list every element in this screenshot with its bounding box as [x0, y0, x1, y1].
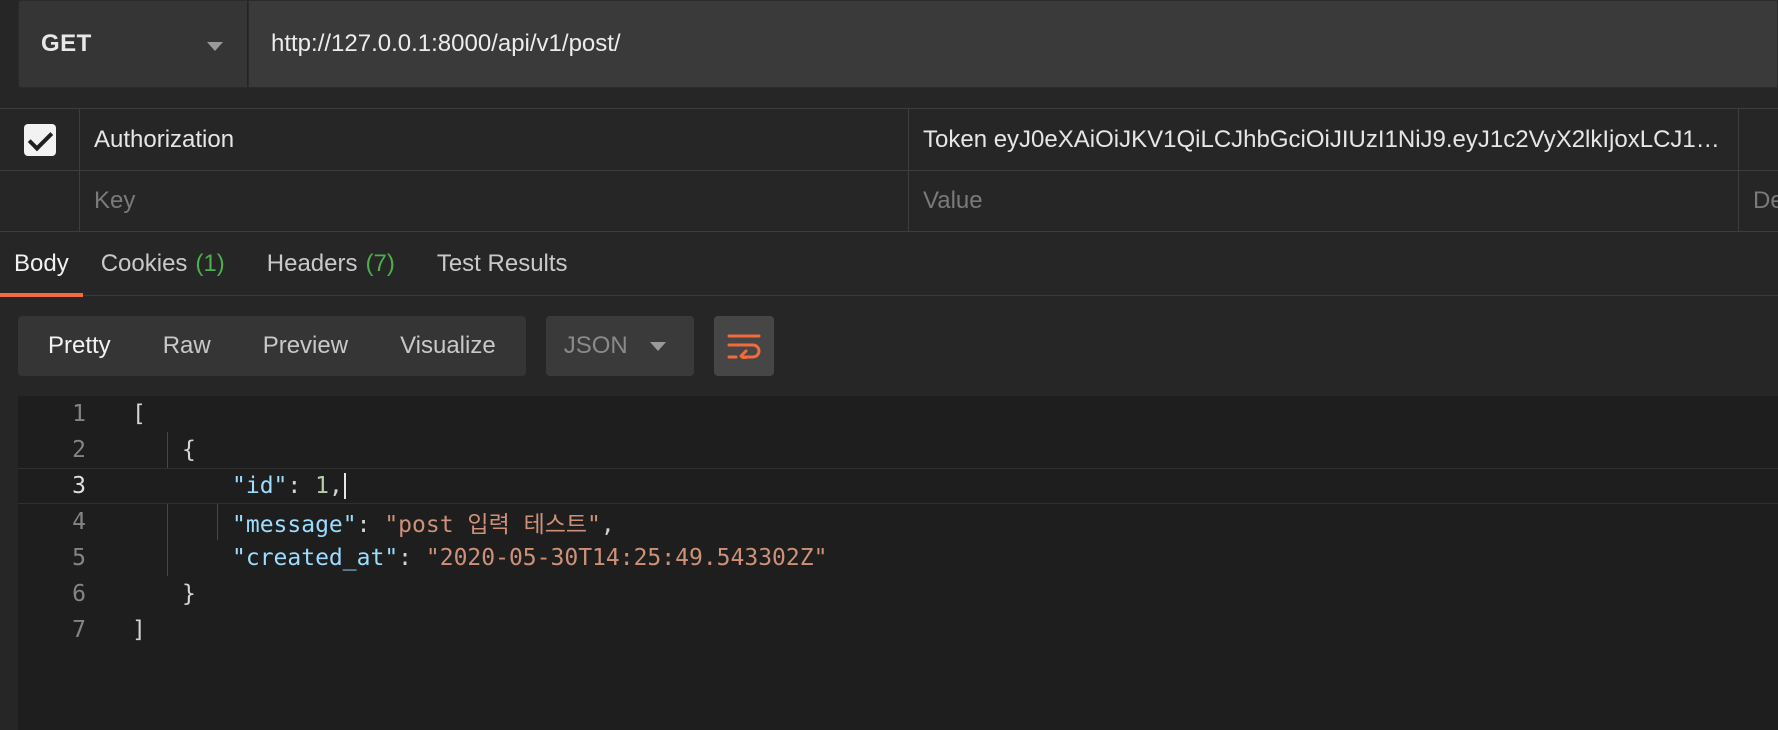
- method-select[interactable]: GET: [18, 0, 248, 88]
- header-description-cell[interactable]: [1739, 109, 1778, 170]
- tab-body[interactable]: Body: [0, 232, 83, 297]
- code-line: 2 {: [18, 432, 1778, 468]
- format-select[interactable]: JSON: [545, 316, 694, 376]
- value-placeholder: Value: [923, 187, 983, 214]
- view-visualize-button[interactable]: Visualize: [374, 320, 522, 372]
- code-line: 7 ]: [18, 612, 1778, 648]
- tab-label: Test Results: [436, 249, 568, 277]
- header-value: Token eyJ0eXAiOiJKV1QiLCJhbGciOiJIUzI1Ni…: [923, 125, 1723, 153]
- description-input[interactable]: De: [1739, 171, 1778, 231]
- line-number: 5: [72, 545, 86, 571]
- code-text: }: [182, 581, 196, 607]
- description-placeholder: De: [1753, 187, 1778, 214]
- text-cursor: [343, 473, 346, 500]
- tab-test-results[interactable]: Test Results: [437, 232, 568, 296]
- url-text: http://127.0.0.1:8000/api/v1/post/: [271, 30, 621, 57]
- view-raw-button[interactable]: Raw: [137, 320, 237, 372]
- header-key-cell[interactable]: Authorization: [80, 109, 909, 170]
- tab-headers[interactable]: Headers (7): [267, 232, 395, 296]
- tab-label: Body: [14, 249, 69, 277]
- response-toolbar: Pretty Raw Preview Visualize JSON: [18, 316, 774, 376]
- view-mode-switch: Pretty Raw Preview Visualize: [18, 316, 526, 376]
- tab-cookies[interactable]: Cookies (1): [101, 232, 225, 296]
- header-row: Authorization Token eyJ0eXAiOiJKV1QiLCJh…: [0, 108, 1778, 170]
- chevron-down-icon: [649, 342, 666, 351]
- code-text: {: [182, 437, 196, 463]
- code-line: 5 "created_at": "2020-05-30T14:25:49.543…: [18, 540, 1778, 576]
- key-placeholder: Key: [94, 187, 136, 214]
- header-new-row: Key Value De: [0, 170, 1778, 232]
- line-number: 4: [72, 509, 86, 535]
- chevron-down-icon: [207, 42, 223, 51]
- code-text: "created_at": "2020-05-30T14:25:49.54330…: [232, 545, 828, 571]
- code-text: [: [132, 401, 146, 427]
- wrap-lines-icon: [727, 334, 761, 359]
- tab-count: (1): [195, 249, 225, 277]
- tab-label: Headers: [266, 249, 358, 277]
- code-text: "message": "post 입력 테스트",: [232, 512, 615, 538]
- format-label: JSON: [563, 332, 628, 359]
- tab-count: (7): [365, 249, 395, 277]
- header-key: Authorization: [94, 125, 235, 153]
- response-tabs: Body Cookies (1) Headers (7) Test Result…: [0, 232, 1778, 297]
- response-body-editor[interactable]: 1 [ 2 { 3 "id": 1, 4 "message": "post 입력…: [18, 396, 1778, 730]
- method-label: GET: [41, 30, 92, 57]
- line-number: 7: [72, 617, 86, 643]
- header-enabled-cell: [0, 109, 80, 170]
- header-value-cell[interactable]: Token eyJ0eXAiOiJKV1QiLCJhbGciOiJIUzI1Ni…: [909, 109, 1739, 170]
- value-input[interactable]: Value: [909, 171, 1739, 231]
- code-line: 6 }: [18, 576, 1778, 612]
- line-number: 1: [72, 401, 86, 427]
- request-bar: GET http://127.0.0.1:8000/api/v1/post/: [18, 0, 1778, 88]
- key-input[interactable]: Key: [80, 171, 909, 231]
- line-number: 2: [72, 437, 86, 463]
- code-text: "id": 1,: [232, 473, 346, 500]
- url-input[interactable]: http://127.0.0.1:8000/api/v1/post/: [248, 0, 1778, 88]
- view-pretty-button[interactable]: Pretty: [22, 320, 137, 372]
- header-enabled-checkbox[interactable]: [23, 123, 56, 156]
- line-number: 3: [72, 473, 86, 499]
- line-number: 6: [72, 581, 86, 607]
- headers-table: Authorization Token eyJ0eXAiOiJKV1QiLCJh…: [0, 108, 1778, 232]
- wrap-lines-button[interactable]: [713, 316, 774, 376]
- code-text: ]: [132, 617, 146, 643]
- view-preview-button[interactable]: Preview: [237, 320, 374, 372]
- code-line: 4 "message": "post 입력 테스트",: [18, 504, 1778, 540]
- tab-label: Cookies: [100, 249, 188, 277]
- code-line-current: 3 "id": 1,: [18, 468, 1778, 504]
- header-new-check-cell: [0, 171, 80, 231]
- code-line: 1 [: [18, 396, 1778, 432]
